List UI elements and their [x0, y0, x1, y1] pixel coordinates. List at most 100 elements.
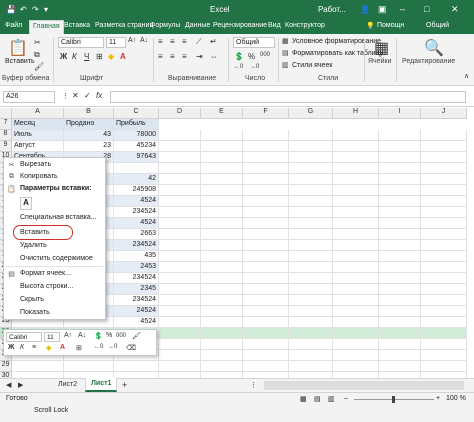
tab-formulas[interactable]: Формулы [150, 22, 180, 29]
cell[interactable] [289, 262, 333, 273]
cell[interactable] [243, 317, 289, 328]
cell[interactable] [201, 229, 243, 240]
cell[interactable] [289, 174, 333, 185]
cell[interactable] [159, 218, 201, 229]
cell[interactable] [243, 174, 289, 185]
shrink-font-icon[interactable]: A↓ [78, 332, 86, 339]
cell[interactable] [243, 240, 289, 251]
cell[interactable] [159, 163, 201, 174]
cut-icon[interactable]: ✂ [34, 38, 41, 47]
menu-item-clear[interactable]: Очистить содержимое [4, 254, 105, 265]
cell[interactable] [243, 251, 289, 262]
cell[interactable] [159, 207, 201, 218]
format-painter-icon[interactable]: 🖌 [132, 332, 141, 340]
row-header[interactable]: 29 [0, 361, 12, 372]
table-cell-profit[interactable]: 4524 [114, 218, 159, 229]
customize-icon[interactable]: ▾ [44, 5, 48, 14]
decrease-decimal-icon[interactable]: →0 [108, 344, 117, 350]
merge-icon[interactable]: ⇔ [210, 52, 218, 61]
cell[interactable] [243, 163, 289, 174]
table-cell-profit[interactable]: 245908 [114, 185, 159, 196]
user-icon[interactable]: 👤 [360, 5, 370, 14]
cell[interactable] [421, 196, 467, 207]
cell[interactable] [379, 284, 421, 295]
cell[interactable] [333, 207, 379, 218]
increase-decimal-icon[interactable]: ←0 [234, 64, 243, 70]
cell[interactable] [379, 339, 421, 350]
cell[interactable] [333, 361, 379, 372]
cell[interactable] [159, 185, 201, 196]
cell[interactable] [243, 328, 289, 339]
percent-button[interactable]: % [248, 52, 255, 61]
cell[interactable] [379, 251, 421, 262]
column-header-i[interactable]: I [379, 108, 421, 119]
sheet-tab-2[interactable]: Лист2 [58, 381, 77, 388]
cell[interactable] [289, 328, 333, 339]
cell[interactable] [159, 141, 201, 152]
cell[interactable] [243, 207, 289, 218]
cell[interactable] [289, 339, 333, 350]
cell[interactable] [159, 130, 201, 141]
tab-file[interactable]: Файл [5, 22, 22, 29]
paste-button[interactable]: Вставить [5, 58, 35, 65]
cell[interactable] [159, 152, 201, 163]
clipboard-icon[interactable]: 📋 [8, 38, 28, 58]
font-size-box[interactable]: 11 [106, 37, 126, 48]
table-header-month[interactable]: Месяц [12, 119, 64, 130]
cell[interactable] [243, 350, 289, 361]
normal-view-icon[interactable]: ▦ [300, 395, 307, 403]
horizontal-scrollbar[interactable] [264, 381, 464, 390]
ribbon-display-icon[interactable]: ▣ [378, 4, 387, 15]
italic-button[interactable]: К [72, 52, 77, 61]
scroll-left-icon[interactable]: ◀ [6, 381, 11, 389]
cell[interactable] [379, 174, 421, 185]
cell[interactable] [159, 240, 201, 251]
currency-icon[interactable]: 💲 [94, 332, 103, 340]
maximize-icon[interactable]: □ [424, 4, 429, 14]
cell[interactable] [379, 130, 421, 141]
thousands-button[interactable]: 000 [260, 52, 270, 58]
format-as-table-icon[interactable]: ▤ [282, 49, 289, 57]
close-icon[interactable]: ✕ [451, 4, 459, 15]
shrink-font-icon[interactable]: A↓ [140, 37, 148, 44]
cell[interactable] [159, 306, 201, 317]
cell-styles-icon[interactable]: ▥ [282, 61, 289, 69]
cell[interactable] [201, 273, 243, 284]
add-sheet-button[interactable]: + [122, 380, 127, 390]
table-cell-profit[interactable]: 2663 [114, 229, 159, 240]
cell[interactable] [421, 207, 467, 218]
column-header-a[interactable]: A [12, 108, 64, 119]
column-header-f[interactable]: F [243, 108, 289, 119]
cell[interactable] [289, 130, 333, 141]
cell[interactable] [243, 284, 289, 295]
cell[interactable] [243, 218, 289, 229]
cell[interactable] [289, 317, 333, 328]
cell[interactable] [421, 251, 467, 262]
menu-item-delete[interactable]: Удалить [4, 241, 105, 252]
align-middle-icon[interactable]: ≡ [170, 37, 175, 46]
cell[interactable] [201, 207, 243, 218]
tab-page-layout[interactable]: Разметка страниц [95, 22, 153, 29]
mini-percent[interactable]: % [106, 332, 112, 339]
cell[interactable] [421, 306, 467, 317]
table-cell-profit[interactable]: 2453 [114, 262, 159, 273]
cell[interactable] [201, 361, 243, 372]
cell[interactable] [333, 328, 379, 339]
cell[interactable] [333, 251, 379, 262]
cell[interactable] [243, 229, 289, 240]
cell[interactable] [379, 152, 421, 163]
table-cell-profit[interactable]: 234524 [114, 207, 159, 218]
cell[interactable] [379, 295, 421, 306]
cell[interactable] [201, 328, 243, 339]
cell[interactable] [243, 262, 289, 273]
row-header[interactable]: 7 [0, 119, 12, 130]
cell[interactable] [289, 240, 333, 251]
cell[interactable] [289, 141, 333, 152]
zoom-slider-thumb[interactable] [392, 396, 395, 403]
align-left-icon[interactable]: ≡ [158, 52, 163, 61]
confirm-icon[interactable]: ✓ [84, 91, 91, 100]
cell[interactable] [201, 163, 243, 174]
cell[interactable] [379, 207, 421, 218]
align-center-icon[interactable]: ≡ [32, 344, 36, 351]
cell[interactable] [289, 361, 333, 372]
